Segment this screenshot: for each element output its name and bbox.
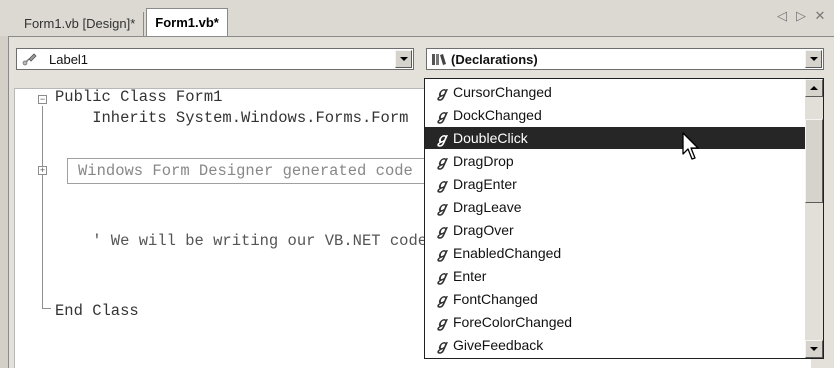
- scroll-up-button[interactable]: [805, 79, 823, 97]
- scrollbar-thumb[interactable]: [805, 119, 823, 203]
- method-name-combo[interactable]: (Declarations): [426, 48, 824, 70]
- event-lightning-icon: ℊ: [435, 337, 449, 353]
- expand-region-icon[interactable]: +: [38, 166, 47, 175]
- event-lightning-icon: ℊ: [435, 176, 449, 192]
- event-list-item-label: ForeColorChanged: [453, 314, 573, 330]
- event-lightning-icon: ℊ: [435, 130, 449, 146]
- tab-form1-design[interactable]: Form1.vb [Design]*: [16, 12, 145, 36]
- object-name-value: Label1: [49, 51, 89, 67]
- code-comment-line: ' We will be writing our VB.NET code her…: [55, 232, 474, 250]
- event-list-item-label: DragEnter: [453, 176, 517, 192]
- event-list-item[interactable]: ℊ DragEnter: [425, 173, 805, 195]
- arrow-down-icon: [810, 347, 818, 351]
- event-list-item-label: FontChanged: [453, 291, 538, 307]
- event-list-item[interactable]: ℊ DoubleClick: [425, 127, 805, 149]
- outline-guide: [42, 106, 43, 308]
- event-lightning-icon: ℊ: [435, 314, 449, 330]
- event-list-item[interactable]: ℊ GiveFeedback: [425, 334, 805, 356]
- vertical-scrollbar[interactable]: [805, 79, 823, 358]
- tab-nav-buttons: ◁ ▷ ✕: [776, 8, 826, 24]
- event-list-item-label: GiveFeedback: [453, 337, 544, 353]
- document-tab-bar: Form1.vb [Design]* Form1.vb* ◁ ▷ ✕: [0, 0, 834, 36]
- event-list-item[interactable]: ℊ ForeColorChanged: [425, 311, 805, 333]
- event-lightning-icon: ℊ: [435, 153, 449, 169]
- event-lightning-icon: ℊ: [435, 84, 449, 100]
- event-list-item[interactable]: ℊ DragLeave: [425, 196, 805, 218]
- chevron-down-icon: [809, 57, 818, 61]
- event-lightning-icon: ℊ: [435, 107, 449, 123]
- event-list-item-label: DragLeave: [453, 199, 522, 215]
- event-dropdown-list[interactable]: ℊ CursorChanged ℊ DockChanged ℊ DoubleClick ℊ D…: [424, 78, 824, 359]
- event-list-item-label: DragDrop: [453, 153, 514, 169]
- event-lightning-icon: ℊ: [435, 222, 449, 238]
- declarations-icon: [427, 52, 451, 66]
- event-list-item[interactable]: ℊ EnabledChanged: [425, 242, 805, 264]
- event-list-item[interactable]: ℊ FontChanged: [425, 288, 805, 310]
- event-list-item-label: Enter: [453, 268, 487, 284]
- method-combo-dropdown-button[interactable]: [805, 50, 822, 68]
- object-combo-dropdown-button[interactable]: [395, 50, 412, 68]
- event-list-item[interactable]: ℊ DragOver: [425, 219, 805, 241]
- tab-strip: Form1.vb [Design]* Form1.vb*: [16, 8, 228, 36]
- event-list-item[interactable]: ℊ DragDrop: [425, 150, 805, 172]
- chevron-down-icon: [399, 57, 408, 61]
- code-line: End Class: [55, 302, 139, 320]
- code-line: Inherits System.Windows.Forms.Form: [55, 109, 409, 127]
- event-lightning-icon: ℊ: [435, 291, 449, 307]
- event-list-item-label: DoubleClick: [453, 130, 528, 146]
- event-list-item[interactable]: ℊ CursorChanged: [425, 81, 805, 103]
- method-name-value: (Declarations): [451, 51, 538, 67]
- arrow-up-icon: [810, 86, 818, 90]
- event-list-item[interactable]: ℊ Enter: [425, 265, 805, 287]
- code-line: Public Class Form1: [55, 88, 223, 106]
- scroll-tabs-left-icon[interactable]: ◁: [776, 8, 788, 24]
- event-list-item-label: DockChanged: [453, 107, 542, 123]
- collapsed-region[interactable]: Windows Form Designer generated code: [67, 158, 467, 184]
- control-icon: [17, 52, 43, 66]
- close-tab-icon[interactable]: ✕: [814, 8, 826, 24]
- event-lightning-icon: ℊ: [435, 245, 449, 261]
- event-lightning-icon: ℊ: [435, 199, 449, 215]
- object-name-combo[interactable]: Label1: [16, 48, 414, 70]
- outline-guide-end: [42, 308, 51, 309]
- tab-form1-code[interactable]: Form1.vb*: [146, 8, 228, 36]
- event-list-item[interactable]: ℊ DockChanged: [425, 104, 805, 126]
- event-list-item-label: EnabledChanged: [453, 245, 562, 261]
- collapse-class-icon[interactable]: −: [38, 95, 47, 104]
- event-lightning-icon: ℊ: [435, 268, 449, 284]
- event-list-item-label: DragOver: [453, 222, 514, 238]
- event-list-item-label: CursorChanged: [453, 84, 552, 100]
- scroll-down-button[interactable]: [805, 340, 823, 358]
- scroll-tabs-right-icon[interactable]: ▷: [795, 8, 807, 24]
